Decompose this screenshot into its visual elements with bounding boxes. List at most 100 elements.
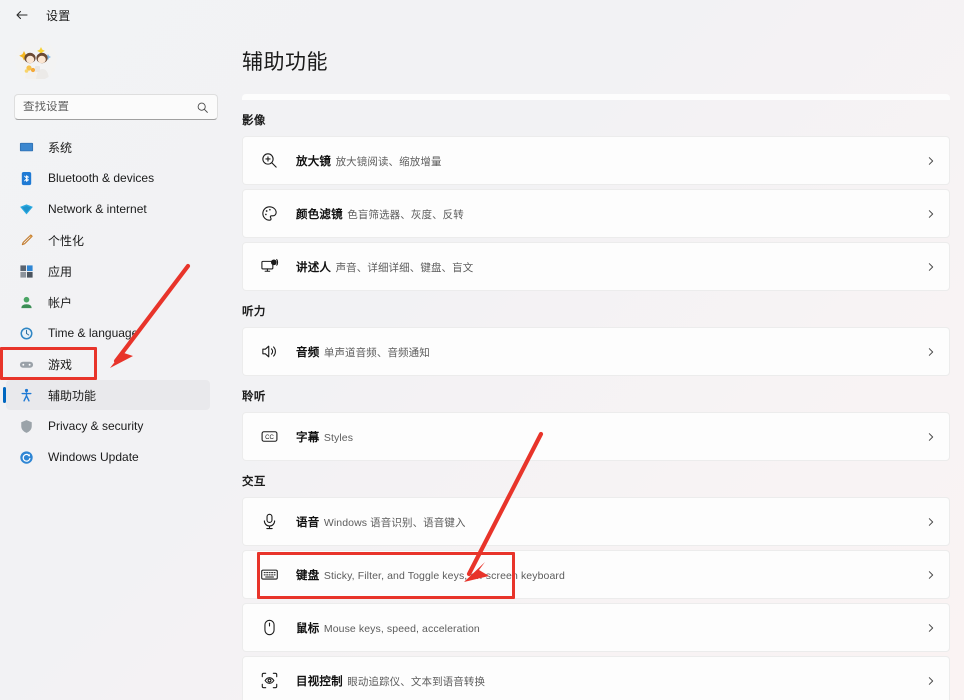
settings-row-speech[interactable]: 语音 Windows 语音识别、语音键入 xyxy=(242,497,950,546)
settings-row-subtitle: Sticky, Filter, and Toggle keys, on-scre… xyxy=(324,570,565,582)
gaming-icon xyxy=(18,356,34,372)
settings-row-captions[interactable]: CC 字幕 Styles xyxy=(242,412,950,461)
sidebar-item-label: 系统 xyxy=(48,139,72,156)
settings-row-title: 键盘 xyxy=(296,570,319,582)
settings-row-text: 字幕 Styles xyxy=(296,428,925,446)
section-heading-interaction: 交互 xyxy=(242,473,950,489)
settings-row-text: 讲述人 声音、详细详细、键盘、盲文 xyxy=(296,258,925,276)
chevron-right-icon[interactable] xyxy=(925,155,937,167)
settings-row-text: 鼠标 Mouse keys, speed, acceleration xyxy=(296,619,925,637)
settings-row-keyboard[interactable]: 键盘 Sticky, Filter, and Toggle keys, on-s… xyxy=(242,550,950,599)
search-input[interactable] xyxy=(23,101,196,113)
sidebar-item-privacy-security[interactable]: Privacy & security xyxy=(6,411,210,441)
chevron-right-icon[interactable] xyxy=(925,516,937,528)
captions-icon: CC xyxy=(259,426,280,447)
settings-row-text: 键盘 Sticky, Filter, and Toggle keys, on-s… xyxy=(296,566,925,584)
settings-row-text: 放大镜 放大镜阅读、缩放增量 xyxy=(296,152,925,170)
sidebar-item-accessibility[interactable]: 辅助功能 xyxy=(6,380,210,410)
settings-row-audio[interactable]: 音频 单声道音频、音频通知 xyxy=(242,327,950,376)
sidebar-nav: 系统 Bluetooth & devices Network & interne… xyxy=(0,132,232,472)
settings-row-text: 音频 单声道音频、音频通知 xyxy=(296,343,925,361)
network-icon xyxy=(18,201,34,217)
settings-row-text: 目视控制 眼动追踪仪、文本到语音转换 xyxy=(296,672,925,690)
sidebar-item-label: 游戏 xyxy=(48,356,72,373)
narrator-icon xyxy=(259,256,280,277)
settings-row-title: 鼠标 xyxy=(296,623,319,635)
avatar[interactable] xyxy=(14,38,58,82)
search-icon[interactable] xyxy=(196,101,209,114)
list-top-strip xyxy=(242,94,950,100)
magnifier-icon xyxy=(259,150,280,171)
sidebar-item-windows-update[interactable]: Windows Update xyxy=(6,442,210,472)
speech-icon xyxy=(259,511,280,532)
settings-row-title: 字幕 xyxy=(296,432,319,444)
settings-row-title: 语音 xyxy=(296,517,319,529)
sidebar-item-bluetooth-devices[interactable]: Bluetooth & devices xyxy=(6,163,210,193)
settings-row-text: 颜色滤镜 色盲筛选器、灰度、反转 xyxy=(296,205,925,223)
settings-window: 设置 xyxy=(0,0,964,700)
search-box[interactable] xyxy=(14,94,218,120)
sidebar-item-time-language[interactable]: Time & language xyxy=(6,318,210,348)
user-avatar xyxy=(15,39,57,81)
sidebar: 设置 xyxy=(0,0,232,700)
chevron-right-icon[interactable] xyxy=(925,431,937,443)
sidebar-item-personalization[interactable]: 个性化 xyxy=(6,225,210,255)
settings-row-title: 音频 xyxy=(296,347,319,359)
sidebar-item-label: Time & language xyxy=(48,326,138,340)
settings-row-color-filters[interactable]: 颜色滤镜 色盲筛选器、灰度、反转 xyxy=(242,189,950,238)
sidebar-item-label: Network & internet xyxy=(48,202,147,216)
system-icon xyxy=(18,139,34,155)
sidebar-item-label: Bluetooth & devices xyxy=(48,171,154,185)
settings-row-subtitle: Mouse keys, speed, acceleration xyxy=(324,623,480,635)
color-filter-icon xyxy=(259,203,280,224)
app-title: 设置 xyxy=(46,7,71,24)
settings-row-subtitle: 单声道音频、音频通知 xyxy=(324,347,430,359)
settings-row-text: 语音 Windows 语音识别、语音键入 xyxy=(296,513,925,531)
sidebar-item-label: Privacy & security xyxy=(48,419,143,433)
chevron-right-icon[interactable] xyxy=(925,622,937,634)
sidebar-item-label: 帐户 xyxy=(48,294,72,311)
time-language-icon xyxy=(18,325,34,341)
settings-row-subtitle: Styles xyxy=(324,432,353,444)
settings-list: 影像 放大镜 放大镜阅读、缩放增量 xyxy=(232,94,964,700)
settings-row-eye-control[interactable]: 目视控制 眼动追踪仪、文本到语音转换 xyxy=(242,656,950,700)
sidebar-item-apps[interactable]: 应用 xyxy=(6,256,210,286)
settings-row-subtitle: 声音、详细详细、键盘、盲文 xyxy=(336,262,474,274)
sidebar-item-network-internet[interactable]: Network & internet xyxy=(6,194,210,224)
section-heading-listening: 聆听 xyxy=(242,388,950,404)
personalization-icon xyxy=(18,232,34,248)
audio-icon xyxy=(259,341,280,362)
privacy-security-icon xyxy=(18,418,34,434)
settings-row-magnifier[interactable]: 放大镜 放大镜阅读、缩放增量 xyxy=(242,136,950,185)
eye-control-icon xyxy=(259,670,280,691)
settings-row-subtitle: 放大镜阅读、缩放增量 xyxy=(336,156,442,168)
sidebar-item-label: 个性化 xyxy=(48,232,84,249)
sidebar-item-accounts[interactable]: 帐户 xyxy=(6,287,210,317)
section-heading-vision: 影像 xyxy=(242,112,950,128)
settings-row-title: 放大镜 xyxy=(296,156,331,168)
settings-row-title: 颜色滤镜 xyxy=(296,209,343,221)
main-content: 辅助功能 影像 放大镜 放大镜阅读、缩放增量 xyxy=(232,0,964,700)
chevron-right-icon[interactable] xyxy=(925,569,937,581)
settings-row-title: 讲述人 xyxy=(296,262,331,274)
settings-row-title: 目视控制 xyxy=(296,676,343,688)
settings-row-subtitle: 色盲筛选器、灰度、反转 xyxy=(347,209,464,221)
settings-row-subtitle: Windows 语音识别、语音键入 xyxy=(324,517,466,529)
sidebar-item-label: Windows Update xyxy=(48,450,139,464)
sidebar-item-gaming[interactable]: 游戏 xyxy=(6,349,210,379)
accounts-icon xyxy=(18,294,34,310)
title-bar: 设置 xyxy=(0,0,232,30)
chevron-right-icon[interactable] xyxy=(925,675,937,687)
bluetooth-icon xyxy=(18,170,34,186)
chevron-right-icon[interactable] xyxy=(925,208,937,220)
settings-row-subtitle: 眼动追踪仪、文本到语音转换 xyxy=(347,676,485,688)
back-arrow-icon[interactable] xyxy=(12,5,32,25)
sidebar-item-system[interactable]: 系统 xyxy=(6,132,210,162)
settings-row-narrator[interactable]: 讲述人 声音、详细详细、键盘、盲文 xyxy=(242,242,950,291)
settings-row-mouse[interactable]: 鼠标 Mouse keys, speed, acceleration xyxy=(242,603,950,652)
chevron-right-icon[interactable] xyxy=(925,261,937,273)
chevron-right-icon[interactable] xyxy=(925,346,937,358)
svg-text:CC: CC xyxy=(265,434,274,441)
apps-icon xyxy=(18,263,34,279)
page-title: 辅助功能 xyxy=(242,46,964,76)
